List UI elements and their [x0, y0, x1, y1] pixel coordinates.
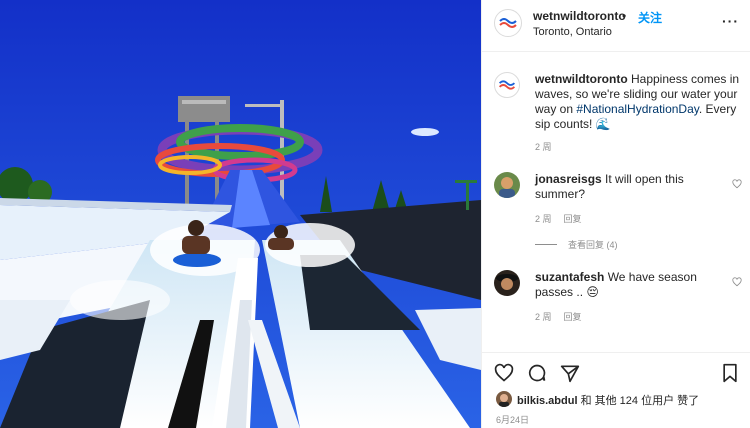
hashtag-link[interactable]: #NationalHydrationDay: [576, 102, 699, 116]
caption-time[interactable]: 2 周: [535, 142, 552, 152]
reply-button[interactable]: 回复: [564, 312, 582, 322]
caption-username[interactable]: wetnwildtoronto: [535, 72, 628, 86]
likes-summary: bilkis.abdul 和 其他 124 位用户 赞了: [517, 392, 699, 408]
comment-meta: 2 周 回复: [535, 212, 594, 225]
view-replies-button[interactable]: 查看回复 (4): [568, 238, 618, 251]
caption-avatar[interactable]: [494, 72, 520, 98]
comment-time[interactable]: 2 周: [535, 214, 552, 224]
liker-username[interactable]: bilkis.abdul: [517, 395, 578, 407]
commenter-avatar[interactable]: [494, 172, 520, 198]
post-actions: bilkis.abdul 和 其他 124 位用户 赞了 6月24日: [482, 352, 750, 428]
comment-username[interactable]: suzantafesh: [535, 270, 604, 284]
heart-icon[interactable]: [494, 363, 514, 383]
post-date[interactable]: 6月24日: [496, 413, 529, 426]
post-header: wetnwildtoronto • 关注 Toronto, Ontario ··…: [482, 0, 750, 52]
commenter-avatar[interactable]: [494, 270, 520, 296]
reply-button[interactable]: 回复: [564, 214, 582, 224]
comment-icon[interactable]: [527, 363, 547, 383]
account-username[interactable]: wetnwildtoronto: [533, 9, 626, 23]
account-avatar[interactable]: [494, 9, 522, 37]
brand-logo-icon: [498, 80, 516, 90]
brand-logo-icon: [499, 18, 517, 28]
location-link[interactable]: Toronto, Ontario: [533, 26, 612, 38]
user-photo-icon: [499, 394, 509, 407]
bookmark-icon[interactable]: [720, 363, 740, 383]
user-photo-icon: [496, 274, 518, 290]
post-sidebar: wetnwildtoronto • 关注 Toronto, Ontario ··…: [481, 0, 750, 428]
follow-button[interactable]: 关注: [638, 9, 662, 26]
user-photo-icon: [499, 177, 515, 198]
comment-meta: 2 周 回复: [535, 310, 594, 323]
separator-dot: •: [622, 9, 627, 23]
caption-text: wetnwildtoronto Happiness comes in waves…: [535, 72, 740, 132]
comment-text: suzantafesh We have season passes .. 😔: [535, 270, 725, 300]
comments-section: wetnwildtoronto Happiness comes in waves…: [482, 52, 750, 352]
like-comment-heart-icon[interactable]: [732, 179, 742, 189]
post-photo: [0, 0, 481, 428]
comment-username[interactable]: jonasreisgs: [535, 172, 602, 186]
likes-count-text[interactable]: 和 其他 124 位用户 赞了: [578, 395, 700, 407]
liker-avatar[interactable]: [496, 391, 512, 407]
comment-text: jonasreisgs It will open this summer?: [535, 172, 725, 202]
comment-time[interactable]: 2 周: [535, 312, 552, 322]
caption-meta: 2 周: [535, 140, 564, 153]
replies-divider: [535, 244, 557, 245]
share-icon[interactable]: [560, 363, 580, 383]
more-options-icon[interactable]: ···: [722, 13, 739, 29]
like-comment-heart-icon[interactable]: [732, 277, 742, 287]
